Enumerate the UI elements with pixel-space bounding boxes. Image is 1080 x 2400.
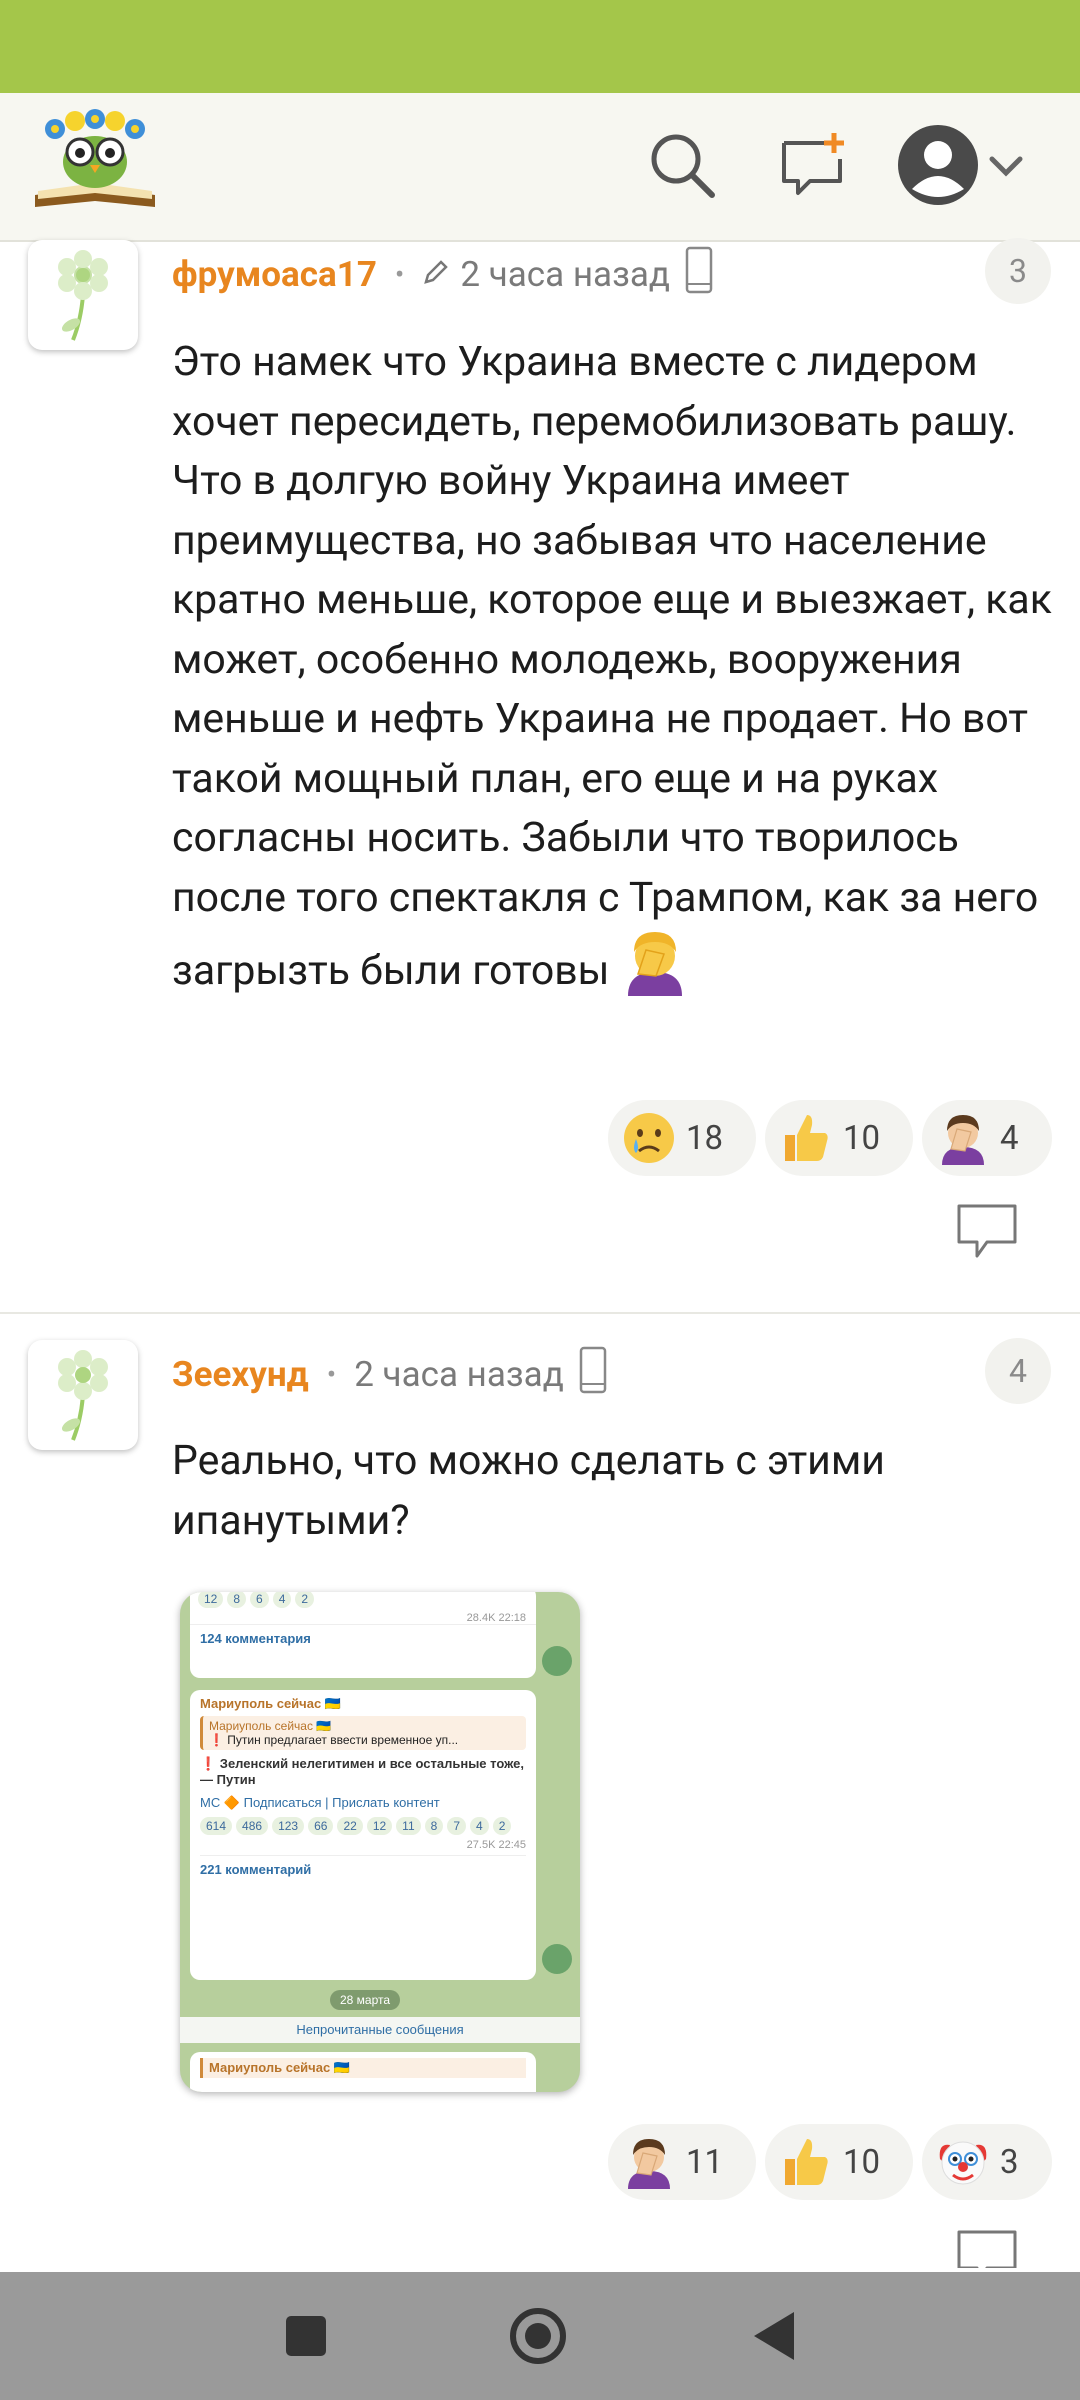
telegram-reaction: 8 xyxy=(227,1592,247,1608)
comment-number-badge: 3 xyxy=(985,238,1051,304)
mobile-icon xyxy=(578,1346,608,1403)
new-message-icon[interactable] xyxy=(770,123,854,207)
home-circle-icon[interactable] xyxy=(508,2306,568,2366)
comment-text-body: Это намек что Украина вместе с лидером х… xyxy=(172,338,1052,995)
telegram-reaction: 8 xyxy=(424,1817,444,1835)
reaction-count: 4 xyxy=(1000,1118,1019,1158)
separator-dot: • xyxy=(326,1357,337,1391)
status-bar xyxy=(0,0,1080,93)
comment-text: Это намек что Украина вместе с лидером х… xyxy=(172,333,1052,1014)
facepalm-woman-icon xyxy=(936,1111,990,1165)
reaction-count: 10 xyxy=(843,2142,881,2182)
mobile-icon xyxy=(684,246,714,303)
share-icon xyxy=(542,1944,572,1974)
reply-icon[interactable] xyxy=(955,2228,1019,2268)
share-icon xyxy=(542,1646,572,1676)
telegram-views-time: 28.4K 22:18 xyxy=(466,1612,526,1624)
reaction-count: 10 xyxy=(843,1118,881,1158)
owl-reading-book-logo[interactable] xyxy=(30,107,160,222)
facepalm-woman-emoji xyxy=(620,928,690,1014)
telegram-quote-channel: Мариуполь сейчас 🇺🇦 xyxy=(209,1719,332,1733)
telegram-reaction: 11 xyxy=(396,1817,421,1835)
reaction-thumbs-up[interactable]: 10 xyxy=(765,2124,913,2200)
username[interactable]: Зеехунд xyxy=(172,1354,309,1395)
thumbs-up-icon xyxy=(779,1111,833,1165)
telegram-reaction: 4 xyxy=(272,1592,292,1608)
telegram-views-time: 27.5K 22:45 xyxy=(466,1839,526,1851)
telegram-comments-link: 124 комментария xyxy=(190,1624,536,1652)
telegram-quote-text: ❗ Путин предлагает ввести временное уп..… xyxy=(209,1733,459,1747)
telegram-reaction: 22 xyxy=(337,1817,363,1835)
comment-divider xyxy=(0,1312,1080,1314)
telegram-post-next: Мариуполь сейчас 🇺🇦 xyxy=(190,2052,536,2092)
telegram-post-top: 12 8 6 4 2 28.4K 22:18 124 комментария xyxy=(190,1592,536,1678)
comment-time: 2 часа назад xyxy=(354,1353,564,1395)
comment-text: Реально, что можно сделать с этими ипану… xyxy=(172,1437,885,1545)
clown-face-icon xyxy=(936,2135,990,2189)
telegram-reaction: 614 xyxy=(200,1817,233,1835)
system-nav-bar xyxy=(0,2272,1080,2400)
profile-avatar-icon[interactable] xyxy=(896,123,1046,207)
telegram-reaction: 486 xyxy=(236,1817,269,1835)
telegram-reaction: 66 xyxy=(308,1817,334,1835)
telegram-reaction: 7 xyxy=(447,1817,467,1835)
username[interactable]: фрумоаса17 xyxy=(172,254,377,295)
telegram-reaction: 6 xyxy=(250,1592,269,1608)
telegram-post-body: ❗ Зеленский нелегитимен и все остальные … xyxy=(200,1756,524,1787)
telegram-post-links: МС 🔶 Подписаться | Прислать контент xyxy=(200,1795,440,1810)
search-icon[interactable] xyxy=(640,123,724,207)
telegram-reactions: 12 8 6 4 2 xyxy=(190,1592,536,1612)
reply-icon[interactable] xyxy=(955,1202,1019,1262)
facepalm-woman-icon xyxy=(622,2135,676,2189)
avatar[interactable] xyxy=(28,1340,138,1450)
reaction-count: 3 xyxy=(1000,2142,1019,2182)
reaction-facepalm[interactable]: 4 xyxy=(922,1100,1052,1176)
reaction-facepalm[interactable]: 11 xyxy=(608,2124,756,2200)
telegram-channel-name: Мариуполь сейчас 🇺🇦 xyxy=(200,1696,341,1711)
telegram-date-chip: 28 марта xyxy=(330,1990,401,2010)
reaction-count: 11 xyxy=(686,2142,724,2182)
telegram-channel-name: Мариуполь сейчас 🇺🇦 xyxy=(200,2058,526,2078)
telegram-reaction: 12 xyxy=(366,1817,393,1835)
telegram-reaction: 2 xyxy=(492,1817,512,1835)
separator-dot: • xyxy=(394,257,405,291)
reaction-thumbs-up[interactable]: 10 xyxy=(765,1100,913,1176)
telegram-reaction: 2 xyxy=(295,1592,315,1608)
telegram-reaction: 12 xyxy=(198,1592,224,1608)
comment-number-badge: 4 xyxy=(985,1338,1051,1404)
crying-face-icon xyxy=(622,1111,676,1165)
app-header xyxy=(0,93,1080,242)
telegram-reactions: 614 486 123 66 22 12 11 8 7 4 2 xyxy=(200,1817,526,1835)
telegram-post: Мариуполь сейчас 🇺🇦 Мариуполь сейчас 🇺🇦 … xyxy=(190,1690,536,1980)
telegram-unread-bar: Непрочитанные сообщения xyxy=(180,2017,580,2043)
comment-time: 2 часа назад xyxy=(460,253,670,295)
pencil-icon xyxy=(422,254,450,295)
thumbs-up-icon xyxy=(779,2135,833,2189)
image-attachment[interactable]: 12 8 6 4 2 28.4K 22:18 124 комментария М… xyxy=(180,1592,580,2092)
back-triangle-icon[interactable] xyxy=(744,2306,804,2366)
reaction-crying[interactable]: 18 xyxy=(608,1100,756,1176)
telegram-reaction: 123 xyxy=(272,1817,305,1835)
reaction-count: 18 xyxy=(686,1118,724,1158)
telegram-reaction: 4 xyxy=(470,1817,489,1835)
avatar[interactable] xyxy=(28,240,138,350)
square-icon[interactable] xyxy=(276,2306,336,2366)
reaction-clown[interactable]: 3 xyxy=(922,2124,1052,2200)
telegram-comments-link: 221 комментарий xyxy=(200,1855,526,1877)
